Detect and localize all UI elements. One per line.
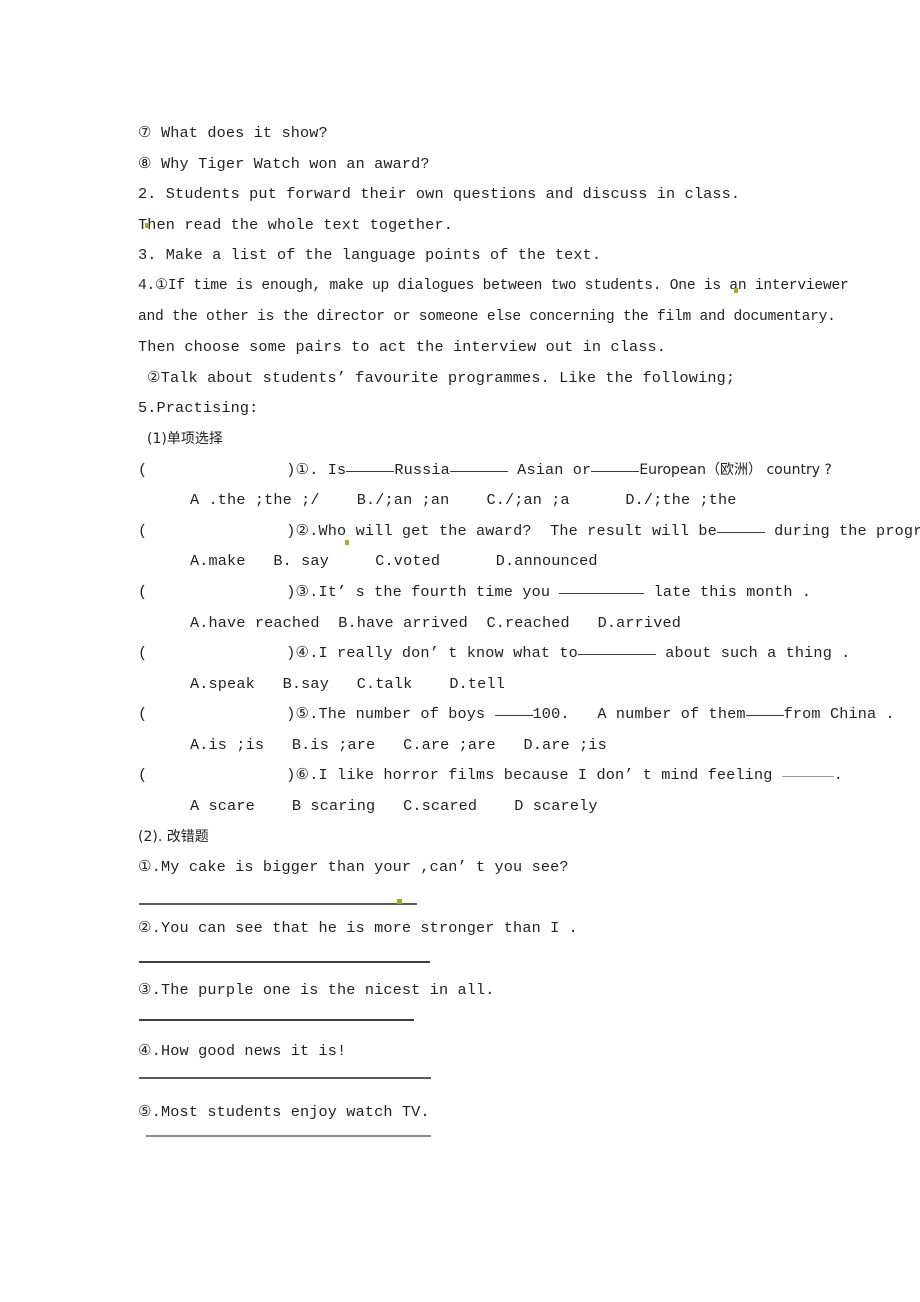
error-number-5: ⑤ xyxy=(138,1103,152,1121)
question-8-line: ⑧ Why Tiger Watch won an award? xyxy=(138,154,430,173)
mc-blank-5-a[interactable] xyxy=(494,702,533,717)
error-answer-space-4[interactable] xyxy=(138,1066,798,1097)
error-number-1: ① xyxy=(138,858,152,877)
error-answer-rule-4[interactable] xyxy=(139,1077,431,1079)
mc-stem-1-part-0: . xyxy=(309,460,328,479)
error-sentence-2: .You can see that he is more stronger th… xyxy=(151,919,578,938)
mc-number-5: ⑤ xyxy=(295,705,310,724)
error-item-2: ②.You can see that he is more stronger t… xyxy=(138,913,798,944)
mc-stem-1-c: Asian or xyxy=(507,460,592,479)
mc-options-3[interactable]: A.have reached B.have arrived C.reached … xyxy=(138,608,798,639)
mc-stem-5-c: from China . xyxy=(783,705,895,724)
mc-options-5[interactable]: A.is ;is B.is ;are C.are ;are D.are ;is xyxy=(138,730,798,761)
mc-blank-1-a[interactable] xyxy=(346,458,395,472)
mc-stem-5-a: The number of boys xyxy=(318,705,495,724)
mc-blank-5-b[interactable] xyxy=(745,702,784,717)
document-body: ⑦ What does it show? ⑧ Why Tiger Watch w… xyxy=(138,118,920,1128)
mc-blank-1-c[interactable] xyxy=(591,458,640,472)
mc-answer-bracket-1[interactable]: ( ) xyxy=(138,461,296,479)
mc-stem-6-a: I like horror films because I don’ t min… xyxy=(318,766,782,785)
mc-stem-2-a: Who will get the award? The result will … xyxy=(318,521,717,540)
error-answer-rule-3[interactable] xyxy=(139,1019,414,1021)
mc-question-6: ( )⑥. I like horror films because I don’ … xyxy=(138,760,843,791)
error-sentence-4: .How good news it is! xyxy=(151,1041,347,1060)
mc-options-2[interactable]: A.make B. say C.voted D.announced xyxy=(138,546,798,577)
error-item-3: ③.The purple one is the nicest in all. xyxy=(138,975,798,1006)
error-number-4: ④ xyxy=(138,1041,152,1060)
activity-4-line-a: 4.①If time is enough, make up dialogues … xyxy=(138,277,849,294)
mc-stem-2-b: during the program. xyxy=(774,521,920,540)
mc-blank-1-b[interactable] xyxy=(449,458,508,472)
proofing-mark-then xyxy=(145,223,149,228)
error-item-1: ①.My cake is bigger than your ,can’ t yo… xyxy=(138,852,798,883)
error-answer-space-1[interactable] xyxy=(138,883,798,914)
mc-number-2: ② xyxy=(295,521,310,540)
mc-number-6: ⑥ xyxy=(295,766,310,785)
mc-question-4: ( )④.I really don’ t know what to about … xyxy=(138,638,850,669)
mc-stem-3-a: It’ s the fourth time you xyxy=(318,582,560,601)
activity-5-line: 5.Practising: xyxy=(138,399,259,418)
error-number-2: ② xyxy=(138,919,152,938)
mc-blank-6-a[interactable] xyxy=(781,763,834,778)
error-answer-rule-5[interactable] xyxy=(146,1135,431,1137)
mc-blank-3-a[interactable] xyxy=(559,580,645,594)
error-sentence-5: .Most students enjoy watch TV. xyxy=(151,1103,430,1121)
activity-4-line-b: and the other is the director or someone… xyxy=(138,308,836,325)
mc-answer-bracket-3[interactable]: ( ) xyxy=(138,583,296,601)
mc-stem-1-d: European（欧洲） country ? xyxy=(639,461,832,478)
mc-stem-5-b: 100. A number of them xyxy=(532,705,746,724)
error-sentence-3: .The purple one is the nicest in all. xyxy=(151,980,495,999)
mc-question-5: ( )⑤.The number of boys 100. A number of… xyxy=(138,699,895,730)
activity-4-line-d: ②Talk about students’ favourite programm… xyxy=(147,368,736,387)
error-sentence-1: .My cake is bigger than your ,can’ t you… xyxy=(151,858,569,877)
error-answer-space-2[interactable] xyxy=(138,944,798,975)
mc-answer-bracket-2[interactable]: ( ) xyxy=(138,522,296,540)
proofing-mark-answer-1 xyxy=(397,899,402,904)
mc-number-4: ④ xyxy=(295,644,310,663)
worksheet-page: ⑦ What does it show? ⑧ Why Tiger Watch w… xyxy=(0,0,920,1302)
mc-answer-bracket-4[interactable]: ( ) xyxy=(138,644,296,662)
error-answer-rule-1[interactable] xyxy=(139,903,417,905)
mc-answer-bracket-5[interactable]: ( ) xyxy=(138,705,296,723)
activity-3-line: 3. Make a list of the language points of… xyxy=(138,246,602,265)
mc-question-2: ( )②.Who will get the award? The result … xyxy=(138,516,920,547)
error-item-4: ④.How good news it is! xyxy=(138,1036,798,1067)
mc-blank-4-a[interactable] xyxy=(577,641,656,656)
mc-number-1: ① xyxy=(295,460,310,479)
proofing-mark-the-award xyxy=(345,540,349,545)
mc-blank-2-a[interactable] xyxy=(716,519,765,533)
activity-4-line-c: Then choose some pairs to act the interv… xyxy=(138,338,667,357)
mc-stem-6-b: . xyxy=(833,766,843,785)
mc-options-4[interactable]: A.speak B.say C.talk D.tell xyxy=(138,669,798,700)
mc-answer-bracket-6[interactable]: ( ) xyxy=(138,766,296,784)
mc-stem-4-b: about such a thing . xyxy=(655,644,851,663)
mc-number-3: ③ xyxy=(295,582,310,601)
activity-2-continuation: Then read the whole text together. xyxy=(138,215,453,234)
error-item-5: ⑤.Most students enjoy watch TV. xyxy=(138,1097,798,1128)
error-answer-rule-2[interactable] xyxy=(139,961,430,963)
mc-options-6[interactable]: A scare B scaring C.scared D scarely xyxy=(138,791,798,822)
mc-stem-1-b: Russia xyxy=(394,460,450,479)
mc-question-3: ( )③.It’ s the fourth time you late this… xyxy=(138,577,811,608)
question-7-line: ⑦ What does it show? xyxy=(138,124,328,142)
activity-2-line: 2. Students put forward their own questi… xyxy=(138,185,741,204)
error-number-3: ③ xyxy=(138,980,152,999)
proofing-mark-interviewer xyxy=(734,288,738,293)
mc-question-1: ( )①. Is Russia Asian or European（欧洲） coun… xyxy=(138,455,832,486)
mc-stem-3-b: late this month . xyxy=(644,582,812,601)
mc-stem-4-a: I really don’ t know what to xyxy=(318,644,578,663)
mc-stem-1-a: Is xyxy=(327,460,347,479)
mc-options-1[interactable]: A .the ;the ;/ B./;an ;an C./;an ;a D./;… xyxy=(138,485,798,516)
subsection-2-heading: (2). 改错题 xyxy=(138,828,209,845)
subsection-1-heading: (1)单项选择 xyxy=(147,430,223,447)
